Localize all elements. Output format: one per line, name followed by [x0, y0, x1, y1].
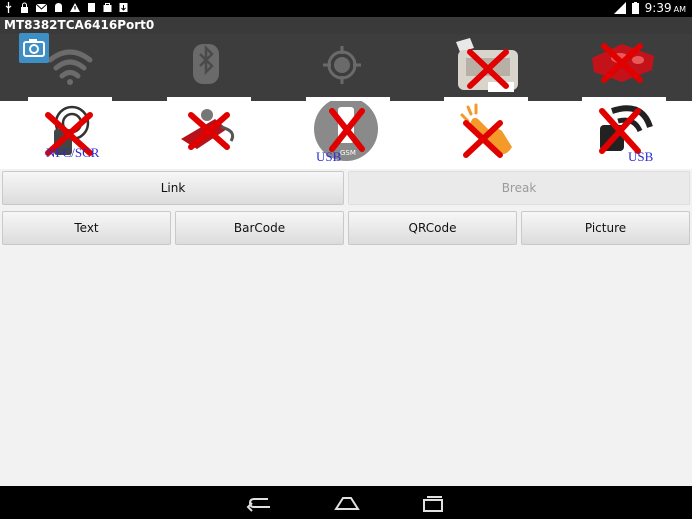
- remote-control-icon: [592, 43, 654, 83]
- app-title-bar: MT8382TCA6416Port0: [0, 17, 692, 34]
- gps-icon: [323, 46, 361, 84]
- scanner-usb-status[interactable]: USB: [582, 101, 666, 169]
- clock: 9:39 AM: [644, 1, 686, 15]
- gsm-usb-status[interactable]: GSM USB: [306, 101, 390, 169]
- storage-icon: [88, 3, 95, 12]
- hand-scanner-icon: [181, 109, 235, 150]
- status-bar: 9:39 AM: [0, 0, 692, 17]
- battery-icon: [631, 2, 639, 14]
- signal-icon: [613, 2, 626, 14]
- status-icons-row-2: NFC/SCR GSM USB USB: [0, 101, 692, 169]
- lock-icon: [21, 2, 28, 13]
- hand-scanner-status[interactable]: [167, 101, 251, 169]
- link-button[interactable]: Link: [2, 171, 344, 205]
- camera-icon: [23, 39, 45, 57]
- printer-icon: [456, 38, 518, 92]
- scanner-usb-label: USB: [628, 149, 654, 164]
- bluetooth-icon: [193, 44, 219, 84]
- bluetooth-status[interactable]: [167, 34, 251, 101]
- gsm-underline: [306, 165, 390, 169]
- recent-apps-icon[interactable]: [420, 494, 446, 512]
- gsm-usb-label: USB: [316, 149, 342, 164]
- status-icons-row-1: [0, 34, 692, 101]
- remote-status[interactable]: [582, 34, 666, 101]
- warning-icon: [70, 3, 80, 12]
- camera-button[interactable]: [19, 33, 49, 63]
- gsm-label: GSM: [340, 149, 356, 157]
- notification-icons: [4, 2, 128, 13]
- back-icon[interactable]: [246, 494, 274, 512]
- hand-underline: [167, 165, 251, 169]
- bag-icon: [103, 3, 112, 12]
- qrcode-button[interactable]: QRCode: [348, 211, 517, 245]
- touch-status[interactable]: [444, 101, 528, 169]
- scanner-icon: [599, 105, 653, 154]
- gmail-icon: [36, 3, 47, 12]
- break-button[interactable]: Break: [348, 171, 690, 205]
- touch-underline: [444, 165, 528, 169]
- home-icon[interactable]: [333, 494, 361, 512]
- download-icon: [119, 3, 128, 12]
- barcode-button[interactable]: BarCode: [175, 211, 344, 245]
- nfc-scr-status[interactable]: NFC/SCR: [28, 101, 112, 169]
- navigation-bar: [0, 486, 692, 519]
- gps-status[interactable]: [306, 34, 390, 101]
- usb-icon: [5, 2, 12, 13]
- text-button[interactable]: Text: [2, 211, 171, 245]
- picture-button[interactable]: Picture: [521, 211, 690, 245]
- scanner-underline: [582, 165, 666, 169]
- app-title: MT8382TCA6416Port0: [4, 18, 155, 32]
- system-icons: 9:39 AM: [613, 1, 686, 15]
- touch-icon: [460, 103, 512, 158]
- nfc-scr-label: NFC/SCR: [46, 145, 100, 160]
- nfc-underline: [28, 165, 112, 169]
- printer-status[interactable]: [444, 34, 528, 101]
- android-icon: [55, 3, 62, 12]
